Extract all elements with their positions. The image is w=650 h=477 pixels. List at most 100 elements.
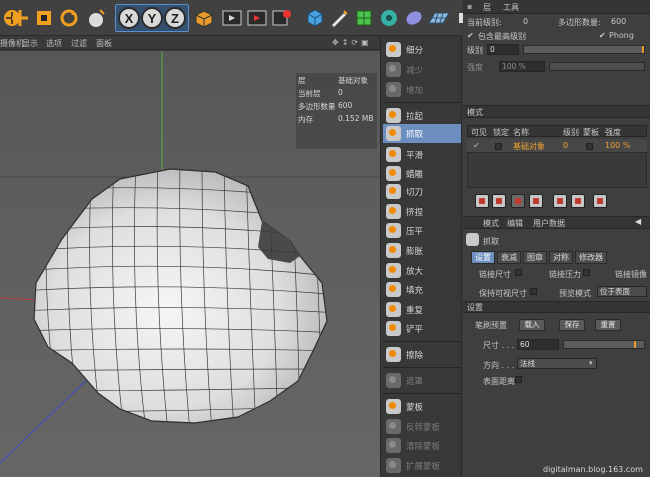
level-field[interactable]: 0 xyxy=(487,44,519,55)
add-layer-icon[interactable] xyxy=(475,194,489,208)
tool-subdivide[interactable]: 细分 xyxy=(383,40,461,59)
tool-increase[interactable]: 增加 xyxy=(383,80,461,99)
3d-viewport[interactable]: 层 基础对象 当前层 0 多边形数量 600 内存 0.152 MB xyxy=(0,51,380,477)
tool-scrape[interactable]: 铲平 xyxy=(383,319,461,338)
layer-merge-icon[interactable] xyxy=(593,194,607,208)
pen-spline-icon[interactable] xyxy=(327,5,351,31)
fill-icon xyxy=(386,282,401,297)
direction-select[interactable]: 法线 xyxy=(517,358,597,369)
tool-inflate[interactable]: 膨胀 xyxy=(383,241,461,260)
viewport-nav-icons[interactable]: ✥↕⟳▣ xyxy=(332,38,372,47)
layer-list-area[interactable] xyxy=(467,152,647,188)
tab-falloff[interactable]: 衰减 xyxy=(497,251,521,264)
tool-mask[interactable]: 蒙板 xyxy=(383,397,461,416)
tool-clear-mask[interactable]: 清除蒙板 xyxy=(383,436,461,455)
link-pressure-checkbox[interactable] xyxy=(583,269,590,276)
lock-x-button[interactable]: X xyxy=(117,5,141,31)
tool-grow-mask[interactable]: 扩展蒙板 xyxy=(383,456,461,475)
load-preset-button[interactable]: 载入 xyxy=(519,319,545,331)
clear-mask-icon xyxy=(386,438,401,453)
attr-menu-edit[interactable]: 编辑 xyxy=(507,218,523,229)
link-mirror-label: 链接镜像 xyxy=(615,270,647,279)
back-arrow-icon[interactable]: ◀ xyxy=(635,217,641,226)
tool-invert-mask[interactable]: 反转蒙板 xyxy=(383,417,461,436)
cloner-icon[interactable] xyxy=(377,5,401,31)
save-preset-button[interactable]: 保存 xyxy=(559,319,585,331)
attr-menu-mode[interactable]: 模式 xyxy=(483,218,499,229)
cube-icon[interactable] xyxy=(303,5,327,31)
link-size-checkbox[interactable] xyxy=(515,269,522,276)
delete-layer-icon[interactable] xyxy=(511,194,525,208)
tool-amplify[interactable]: 放大 xyxy=(383,261,461,280)
rotate-tool-icon[interactable] xyxy=(32,5,56,31)
surface-distance-checkbox[interactable] xyxy=(515,376,522,383)
menu-filter[interactable]: 过滤 xyxy=(71,38,87,49)
menu-panel[interactable]: 面板 xyxy=(96,38,112,49)
tool-pull[interactable]: 拉起 xyxy=(383,106,461,125)
tool-knife[interactable]: 切刀 xyxy=(383,182,461,201)
menu-display[interactable]: 显示 xyxy=(22,38,38,49)
live-selection-icon[interactable] xyxy=(57,5,81,31)
layer-down-icon[interactable] xyxy=(571,194,585,208)
tool-flatten[interactable]: 压平 xyxy=(383,221,461,240)
include-top-check[interactable]: ✔ xyxy=(467,31,474,40)
tool-wax[interactable]: 蜡雕 xyxy=(383,164,461,183)
tool-grab[interactable]: 抓取 xyxy=(383,124,461,143)
render-view-icon[interactable] xyxy=(220,5,244,31)
preview-mode-label: 预览模式 xyxy=(559,289,591,298)
strength-field[interactable]: 100 % xyxy=(499,61,545,72)
render-picture-viewer-icon[interactable] xyxy=(245,5,269,31)
tab-stamp[interactable]: 图章 xyxy=(523,251,547,264)
layer-lock-checkbox[interactable] xyxy=(495,143,502,150)
size-slider[interactable] xyxy=(563,340,645,349)
smooth-icon xyxy=(386,147,401,162)
tool-decrease[interactable]: 减少 xyxy=(383,60,461,79)
tool-label: 切刀 xyxy=(406,187,424,198)
keep-visible-size-checkbox[interactable] xyxy=(530,288,537,295)
deformer-icon[interactable] xyxy=(402,5,426,31)
tool-smooth[interactable]: 平滑 xyxy=(383,145,461,164)
hud-info-overlay: 层 基础对象 当前层 0 多边形数量 600 内存 0.152 MB xyxy=(296,73,377,149)
render-settings-icon[interactable] xyxy=(270,5,294,31)
tab-symmetry[interactable]: 对称 xyxy=(549,251,573,264)
layer-mask-checkbox[interactable] xyxy=(586,143,593,150)
menu-options[interactable]: 选项 xyxy=(46,38,62,49)
size-field[interactable]: 60 xyxy=(517,339,559,350)
tab-layers[interactable]: 层 xyxy=(483,2,491,13)
attr-menu-user-data[interactable]: 用户数据 xyxy=(533,218,565,229)
scale-tool-icon[interactable] xyxy=(8,5,32,31)
tool-label: 减少 xyxy=(406,65,424,76)
col-level: 级别 xyxy=(563,128,579,137)
chevron-down-icon[interactable]: ▾ xyxy=(589,359,593,367)
subdivision-surface-icon[interactable] xyxy=(352,5,376,31)
col-name: 名称 xyxy=(513,128,529,137)
bake-layer-icon[interactable] xyxy=(529,194,543,208)
layer-visible-check[interactable]: ✔ xyxy=(473,141,480,150)
settings-section-header xyxy=(463,301,650,313)
tool-mask-brush[interactable]: 遮罩 xyxy=(383,371,461,390)
coordinate-system-icon[interactable] xyxy=(191,5,215,31)
strength-slider[interactable] xyxy=(549,62,645,71)
lock-z-button[interactable]: Z xyxy=(163,5,187,31)
hud-layer-label: 层 xyxy=(298,76,306,85)
link-pressure-label: 链接压力 xyxy=(549,270,581,279)
add-folder-icon[interactable] xyxy=(492,194,506,208)
tool-fill[interactable]: 填充 xyxy=(383,280,461,299)
wax-icon xyxy=(386,166,401,181)
preview-mode-select[interactable]: 位于表面 xyxy=(597,286,647,297)
layer-up-icon[interactable] xyxy=(553,194,567,208)
reset-preset-button[interactable]: 重置 xyxy=(595,319,621,331)
tool-repeat[interactable]: 重复 xyxy=(383,300,461,319)
level-slider[interactable] xyxy=(523,45,645,54)
tab-modifiers[interactable]: 修改器 xyxy=(575,251,607,264)
object-tool-icon[interactable] xyxy=(84,5,108,31)
tool-pinch[interactable]: 挤捏 xyxy=(383,202,461,221)
phong-check[interactable]: ✔ xyxy=(599,31,606,40)
tab-tools[interactable]: 工具 xyxy=(503,2,519,13)
tool-erase[interactable]: 擦除 xyxy=(383,345,461,364)
lock-y-button[interactable]: Y xyxy=(140,5,164,31)
col-lock: 锁定 xyxy=(493,128,509,137)
floor-icon[interactable] xyxy=(427,5,451,31)
tab-settings[interactable]: 设置 xyxy=(471,251,495,264)
menu-camera[interactable]: 摄像机 xyxy=(0,38,24,49)
